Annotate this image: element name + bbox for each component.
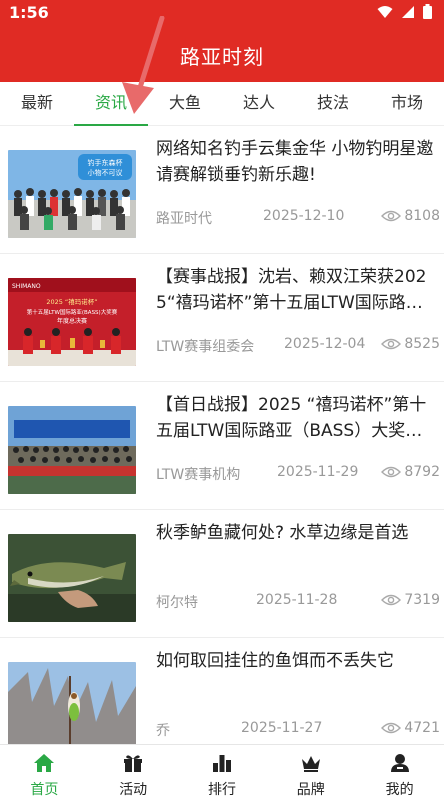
eye-icon — [381, 722, 402, 734]
nav-label: 品牌 — [296, 782, 325, 798]
signal-icon — [402, 5, 414, 18]
article-source: 柯尔特 — [156, 595, 198, 611]
nav-brands[interactable]: 品牌 — [266, 745, 355, 798]
app-bar: 路亚时刻 — [0, 26, 444, 82]
status-icons — [377, 4, 432, 19]
article-thumbnail — [8, 406, 136, 494]
article-thumbnail — [8, 534, 136, 622]
article-title: 秋季鲈鱼藏何处? 水草边缘是首选 — [156, 523, 409, 543]
article-thumbnail: SHIMANO 2025 “禧玛诺杯” 第十五届LTW国际路亚(BASS)大奖赛… — [8, 278, 136, 366]
user-icon — [390, 754, 409, 772]
svg-text:小物不可议: 小物不可议 — [88, 168, 123, 177]
nav-profile[interactable]: 我的 — [355, 745, 444, 798]
list-item[interactable]: 秋季鲈鱼藏何处? 水草边缘是首选 柯尔特 2025-11-28 7319 — [0, 510, 444, 638]
svg-text:钓手东森杯: 钓手东森杯 — [88, 158, 123, 167]
bar-chart-icon — [212, 755, 231, 772]
bottom-nav: 首页 活动 排行 品牌 我的 — [0, 744, 444, 798]
article-views: 8792 — [381, 464, 440, 480]
article-date: 2025-12-10 — [263, 208, 345, 224]
category-tabs: 最新 资讯 大鱼 达人 技法 市场 — [0, 82, 444, 126]
article-thumbnail: 钓手东森杯 小物不可议 — [8, 150, 136, 238]
article-meta: 柯尔特 2025-11-28 7319 — [156, 592, 440, 612]
article-meta: 路亚时代 2025-12-10 8108 — [156, 208, 440, 228]
list-item[interactable]: 【首日战报】2025 “禧玛诺杯”第十五届LTW国际路亚（BASS）大奖… LT… — [0, 382, 444, 510]
nav-label: 我的 — [385, 782, 414, 798]
article-date: 2025-11-29 — [277, 464, 359, 480]
article-views: 8108 — [381, 208, 440, 224]
nav-ranking[interactable]: 排行 — [178, 745, 267, 798]
list-item[interactable]: SHIMANO 2025 “禧玛诺杯” 第十五届LTW国际路亚(BASS)大奖赛… — [0, 254, 444, 382]
svg-text:年度总决赛: 年度总决赛 — [57, 317, 87, 325]
article-source: 路亚时代 — [156, 211, 212, 227]
article-meta: LTW赛事组委会 2025-12-04 8525 — [156, 336, 440, 356]
article-meta: 乔 2025-11-27 4721 — [156, 720, 440, 740]
article-date: 2025-11-27 — [241, 720, 323, 736]
battery-icon — [423, 4, 432, 19]
svg-text:SHIMANO: SHIMANO — [12, 283, 41, 290]
article-title: 网络知名钓手云集金华 小物钓明星邀请赛解锁垂钓新乐趣! — [156, 139, 434, 185]
eye-icon — [381, 338, 402, 350]
article-title: 【首日战报】2025 “禧玛诺杯”第十五届LTW国际路亚（BASS）大奖… — [156, 395, 427, 441]
article-source: LTW赛事机构 — [156, 467, 241, 483]
article-title: 【赛事战报】沈岩、赖双江荣获2025“禧玛诺杯”第十五届LTW国际路… — [156, 267, 427, 313]
svg-text:第十五届LTW国际路亚(BASS)大奖赛: 第十五届LTW国际路亚(BASS)大奖赛 — [27, 308, 118, 316]
eye-icon — [381, 466, 402, 478]
wifi-icon — [377, 5, 393, 18]
nav-label: 活动 — [119, 782, 148, 798]
page-title: 路亚时刻 — [180, 45, 264, 69]
nav-label: 首页 — [30, 782, 59, 798]
status-time: 1:56 — [9, 3, 49, 22]
article-title: 如何取回挂住的鱼饵而不丢失它 — [156, 651, 394, 671]
eye-icon — [381, 594, 402, 606]
list-item[interactable]: 钓手东森杯 小物不可议 网络知名钓手云集金华 小物钓明星邀请赛解锁垂钓新乐趣! … — [0, 126, 444, 254]
view-count: 8525 — [404, 336, 440, 352]
gift-icon — [124, 755, 143, 772]
article-meta: LTW赛事机构 2025-11-29 8792 — [156, 464, 440, 484]
tab-experts[interactable]: 达人 — [222, 82, 296, 126]
svg-text:2025 “禧玛诺杯”: 2025 “禧玛诺杯” — [46, 297, 97, 306]
view-count: 4721 — [404, 720, 440, 736]
article-date: 2025-11-28 — [256, 592, 338, 608]
article-source: 乔 — [156, 723, 170, 739]
nav-label: 排行 — [207, 782, 236, 798]
tab-latest[interactable]: 最新 — [0, 82, 74, 126]
article-source: LTW赛事组委会 — [156, 339, 255, 355]
article-views: 4721 — [381, 720, 440, 736]
tab-big-fish[interactable]: 大鱼 — [148, 82, 222, 126]
article-list: 钓手东森杯 小物不可议 网络知名钓手云集金华 小物钓明星邀请赛解锁垂钓新乐趣! … — [0, 126, 444, 766]
eye-icon — [381, 210, 402, 222]
article-thumbnail — [8, 662, 136, 750]
nav-home[interactable]: 首页 — [0, 745, 89, 798]
home-icon — [34, 754, 55, 772]
tab-news[interactable]: 资讯 — [74, 82, 148, 126]
view-count: 8108 — [404, 208, 440, 224]
view-count: 8792 — [404, 464, 440, 480]
tab-techniques[interactable]: 技法 — [296, 82, 370, 126]
nav-activities[interactable]: 活动 — [89, 745, 178, 798]
article-views: 8525 — [381, 336, 440, 352]
article-date: 2025-12-04 — [284, 336, 366, 352]
tab-market[interactable]: 市场 — [370, 82, 444, 126]
status-bar: 1:56 — [0, 0, 444, 26]
article-views: 7319 — [381, 592, 440, 608]
crown-icon — [301, 756, 320, 772]
view-count: 7319 — [404, 592, 440, 608]
